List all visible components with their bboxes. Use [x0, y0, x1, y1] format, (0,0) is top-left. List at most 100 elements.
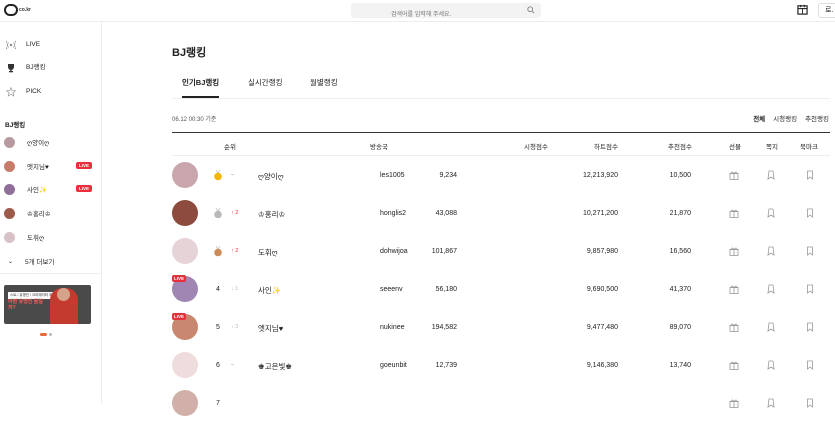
nav-live[interactable]: LIVE	[6, 39, 40, 51]
calendar-icon[interactable]	[797, 4, 808, 15]
letter-icon[interactable]	[766, 360, 776, 370]
col-station: 방송국	[370, 144, 388, 151]
letter-icon[interactable]	[766, 398, 776, 408]
sidebar-bj-item[interactable]: ღ양이ღ	[4, 135, 98, 149]
sidebar-bj-name: 도휘ღ	[27, 235, 45, 242]
avatar[interactable]	[172, 200, 198, 226]
promo-banner[interactable]: 스트 / 유명인 / 크리에이터 최적화 어떤 유명인 들일까?	[4, 285, 91, 324]
pagination-dot[interactable]	[49, 333, 52, 336]
bookmark-icon[interactable]	[805, 284, 815, 294]
station-id[interactable]: seeenv	[380, 286, 403, 293]
table-row[interactable]: – ღ양이ღ les1005 9,234 12,213,920 10,500	[172, 158, 830, 195]
live-badge: LIVE	[172, 313, 187, 320]
recommend-score: 41,370	[669, 286, 691, 293]
station-id[interactable]: goeunbit	[380, 362, 407, 369]
avatar	[4, 207, 15, 219]
bj-nickname[interactable]: ♔홍리♔	[258, 209, 285, 220]
heart-score: 9,857,980	[586, 248, 618, 255]
sidebar-bj-name: ღ양이ღ	[27, 140, 50, 147]
rank-change: ↑ 2	[231, 248, 238, 254]
search-icon[interactable]	[527, 6, 535, 14]
bookmark-icon[interactable]	[805, 170, 815, 180]
sidebar-bj-item[interactable]: 도휘ღ	[4, 230, 98, 244]
sidebar-bj-item[interactable]: 엣지님♥ LIVE	[4, 159, 98, 173]
table-row[interactable]: LIVE 5 ↓ 3 엣지님♥ nukinee 194,582 9,477,480 89,07…	[172, 310, 830, 347]
col-recommend: 추천점수	[668, 144, 692, 151]
avatar[interactable]	[172, 390, 198, 416]
rank-change-value: 1	[235, 286, 239, 292]
rank-change-value: –	[231, 362, 235, 368]
avatar[interactable]	[172, 352, 198, 378]
bookmark-icon[interactable]	[805, 398, 815, 408]
avatar[interactable]	[172, 238, 198, 264]
star-icon	[6, 87, 16, 97]
tab-realtime[interactable]: 실시간랭킹	[248, 77, 283, 98]
avatar	[4, 183, 15, 195]
login-button[interactable]: 로.	[818, 3, 835, 18]
table-row[interactable]: 7	[172, 386, 830, 423]
pagination-dot-active[interactable]	[40, 333, 47, 336]
gift-icon[interactable]	[729, 360, 739, 370]
letter-icon[interactable]	[766, 246, 776, 256]
table-row[interactable]: 6 – ♚고은빛♚ goeunbit 12,739 9,146,380 13,740	[172, 348, 830, 385]
filter-all[interactable]: 전체	[753, 113, 765, 123]
sidebar-bj-item[interactable]: 사인✨ LIVE	[4, 182, 98, 196]
filter-view[interactable]: 시청랭킹	[773, 113, 797, 123]
col-gift: 선물	[729, 144, 741, 151]
gift-icon[interactable]	[729, 170, 739, 180]
tab-monthly[interactable]: 월별랭킹	[310, 77, 338, 98]
nav-pick-label: PICK	[26, 88, 42, 95]
table-row[interactable]: ↑ 2 도휘ღ dohwijoa 101,867 9,857,980 16,560	[172, 234, 830, 271]
bj-nickname[interactable]: 도휘ღ	[258, 247, 278, 258]
col-bookmark: 북마크	[800, 144, 818, 151]
show-more-button[interactable]: ⌄ 5개 더보기	[8, 256, 54, 267]
letter-icon[interactable]	[766, 170, 776, 180]
medal-icon	[214, 170, 222, 181]
bookmark-icon[interactable]	[805, 208, 815, 218]
bj-nickname[interactable]: ღ양이ღ	[258, 171, 284, 182]
banner-pagination[interactable]	[40, 333, 52, 336]
rank-number: 4	[216, 286, 220, 293]
view-score: 194,582	[431, 324, 457, 331]
sidebar-bj-item[interactable]: ♔홍리♔	[4, 206, 98, 220]
table-row[interactable]: ↑ 2 ♔홍리♔ honglis2 43,088 10,271,200 21,870	[172, 196, 830, 233]
gift-icon[interactable]	[729, 208, 739, 218]
nav-bj-ranking[interactable]: BJ랭킹	[6, 62, 46, 74]
letter-icon[interactable]	[766, 322, 776, 332]
station-id[interactable]: dohwijoa	[380, 248, 408, 255]
sidebar-section-title: BJ랭킹	[5, 122, 26, 129]
table-row[interactable]: LIVE 4 ↓ 1 사인✨ seeenv 56,180 9,690,500 41,370	[172, 272, 830, 309]
view-score: 101,867	[431, 248, 457, 255]
rank-change-value: 2	[235, 210, 239, 216]
station-id[interactable]: les1005	[380, 172, 405, 179]
rank-change-value: 2	[235, 248, 239, 254]
rank-change-value: 3	[235, 324, 239, 330]
nav-pick[interactable]: PICK	[6, 86, 41, 98]
tab-popular-bj[interactable]: 인기BJ랭킹	[182, 77, 220, 98]
gift-icon[interactable]	[729, 284, 739, 294]
rank-change: ↑ 2	[231, 210, 238, 216]
live-badge: LIVE	[75, 162, 92, 169]
bookmark-icon[interactable]	[805, 322, 815, 332]
col-heart: 하트점수	[594, 144, 618, 151]
bookmark-icon[interactable]	[805, 246, 815, 256]
bookmark-icon[interactable]	[805, 360, 815, 370]
filter-recommend[interactable]: 추천랭킹	[805, 113, 829, 123]
view-score: 56,180	[435, 286, 457, 293]
gift-icon[interactable]	[729, 246, 739, 256]
letter-icon[interactable]	[766, 208, 776, 218]
bj-nickname[interactable]: ♚고은빛♚	[258, 361, 292, 372]
search-box	[351, 3, 541, 23]
search-input[interactable]	[351, 7, 521, 23]
bj-nickname[interactable]: 엣지님♥	[258, 323, 283, 334]
bj-nickname[interactable]: 사인✨	[258, 285, 281, 296]
recommend-score: 16,560	[669, 248, 691, 255]
avatar[interactable]	[172, 162, 198, 188]
station-id[interactable]: nukinee	[380, 324, 405, 331]
logo[interactable]: co.kr	[4, 4, 31, 16]
gift-icon[interactable]	[729, 398, 739, 408]
station-id[interactable]: honglis2	[380, 210, 406, 217]
recommend-score: 10,500	[669, 172, 691, 179]
gift-icon[interactable]	[729, 322, 739, 332]
letter-icon[interactable]	[766, 284, 776, 294]
